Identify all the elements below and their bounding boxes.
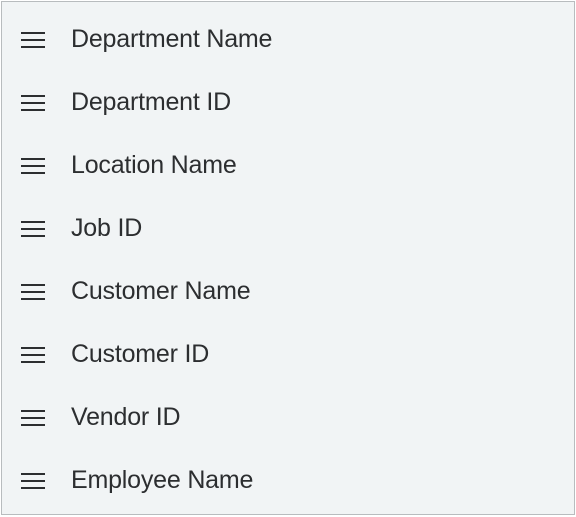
drag-handle-icon[interactable] — [21, 280, 45, 304]
drag-handle-icon[interactable] — [21, 469, 45, 493]
item-label: Location Name — [71, 151, 237, 180]
item-label: Customer Name — [71, 277, 250, 306]
list-item[interactable]: Vendor ID — [2, 386, 574, 449]
item-label: Job ID — [71, 214, 142, 243]
list-item[interactable]: Department Name — [2, 8, 574, 71]
list-item[interactable]: Job ID — [2, 197, 574, 260]
item-label: Employee Name — [71, 466, 253, 495]
list-item[interactable]: Customer ID — [2, 323, 574, 386]
drag-handle-icon[interactable] — [21, 217, 45, 241]
drag-handle-icon[interactable] — [21, 91, 45, 115]
sortable-list: Department Name Department ID Location N… — [1, 1, 575, 515]
item-label: Department ID — [71, 88, 231, 117]
drag-handle-icon[interactable] — [21, 343, 45, 367]
item-label: Vendor ID — [71, 403, 180, 432]
list-item[interactable]: Location Name — [2, 134, 574, 197]
drag-handle-icon[interactable] — [21, 154, 45, 178]
item-label: Department Name — [71, 25, 272, 54]
list-item[interactable]: Employee Name — [2, 449, 574, 512]
item-label: Customer ID — [71, 340, 209, 369]
list-item[interactable]: Department ID — [2, 71, 574, 134]
drag-handle-icon[interactable] — [21, 28, 45, 52]
drag-handle-icon[interactable] — [21, 406, 45, 430]
list-item[interactable]: Customer Name — [2, 260, 574, 323]
